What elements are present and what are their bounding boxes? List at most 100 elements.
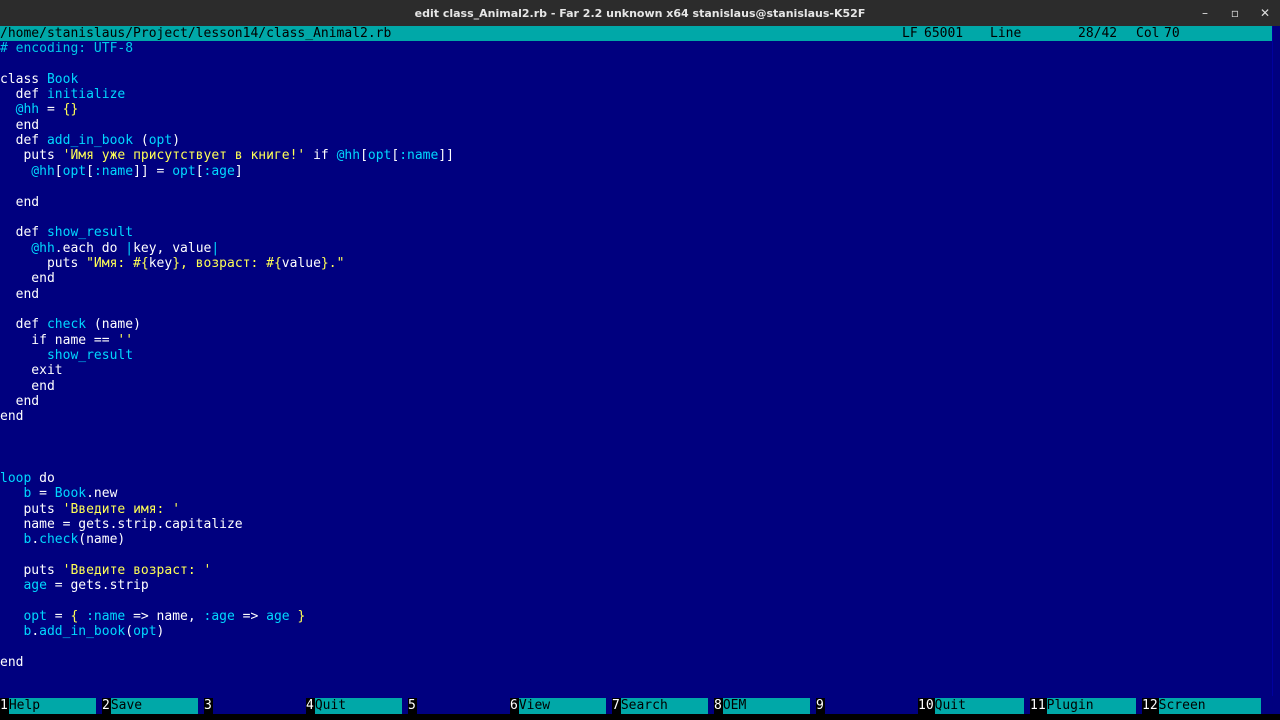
code-token: opt	[172, 163, 196, 179]
fkey-1[interactable]: 1Help	[0, 698, 96, 714]
fkey-5[interactable]: 5	[408, 698, 504, 714]
code-line[interactable]: def show_result	[0, 225, 133, 241]
code-token: :name	[78, 608, 126, 624]
code-token: Book	[54, 486, 87, 502]
code-line[interactable]: b = Book.new	[0, 486, 117, 502]
code-line[interactable]: end	[0, 195, 40, 211]
code-line[interactable]: if name == ''	[0, 333, 133, 349]
code-line[interactable]: # encoding: UTF-8	[0, 41, 133, 57]
code-line[interactable]: end	[0, 655, 23, 671]
fkey-label: Search	[620, 698, 708, 714]
code-token: 'Имя уже присутствует в книге!'	[62, 148, 306, 164]
fkey-label: Quit	[314, 698, 402, 714]
code-token: end	[0, 394, 40, 410]
code-token: puts	[0, 562, 63, 578]
code-line[interactable]: name = gets.strip.capitalize	[0, 516, 243, 533]
code-line[interactable]: end	[0, 117, 40, 134]
code-line[interactable]: age = gets.strip	[0, 578, 148, 594]
code-line[interactable]: @hh[opt[:name]] = opt[:age]	[0, 163, 242, 180]
code-token: "Имя: #{	[86, 255, 149, 271]
code-token: Book	[46, 71, 79, 87]
code-line[interactable]: def add_in_book (opt)	[0, 133, 180, 149]
code-token: [	[360, 148, 368, 164]
editor-status-bar: /home/stanislaus/Project/lesson14/class_…	[0, 26, 1272, 41]
fkey-4[interactable]: 4Quit	[306, 698, 402, 714]
editor-scrollbar[interactable]	[1272, 26, 1280, 696]
file-path: /home/stanislaus/Project/lesson14/class_…	[0, 26, 392, 41]
code-token: check	[39, 532, 79, 548]
code-token: =	[39, 102, 63, 118]
fkey-number: 11	[1030, 698, 1047, 714]
line-label: Line	[990, 26, 1022, 41]
code-line[interactable]: end	[0, 287, 40, 303]
code-line[interactable]: puts "Имя: #{key}, возраст: #{value}."	[0, 256, 344, 272]
code-token: name = gets.strip.capitalize	[0, 516, 243, 532]
code-token: b	[0, 486, 32, 502]
code-token: puts	[0, 255, 87, 271]
fkey-2[interactable]: 2Save	[102, 698, 198, 714]
code-editor[interactable]: # encoding: UTF-8 class Book def initiali…	[0, 41, 1272, 696]
code-token: show_result	[0, 348, 134, 363]
code-token: age	[266, 608, 290, 624]
fkey-label: View	[518, 698, 606, 714]
code-line[interactable]: puts 'Введите имя: '	[0, 502, 180, 518]
codepage: 65001	[924, 26, 964, 41]
code-token: check	[46, 317, 87, 333]
code-token: end	[0, 409, 24, 425]
fkey-9[interactable]: 9	[816, 698, 912, 714]
code-token: end	[0, 117, 40, 133]
code-line[interactable]: end	[0, 394, 40, 410]
code-token: def	[0, 87, 47, 103]
code-line[interactable]: end	[0, 271, 55, 287]
code-line[interactable]: end	[0, 379, 55, 395]
fkey-label: Screen	[1158, 698, 1261, 714]
fkey-label: OEM	[722, 698, 810, 714]
code-token: do	[31, 470, 55, 486]
window-titlebar: edit class_Animal2.rb - Far 2.2 unknown …	[0, 0, 1280, 26]
code-token: .	[31, 532, 40, 548]
close-icon[interactable]: ✕	[1258, 6, 1272, 20]
code-line[interactable]: @hh.each do |key, value|	[0, 241, 219, 257]
code-token: (	[125, 624, 134, 640]
code-line[interactable]: show_result	[0, 348, 133, 364]
code-token: show_result	[46, 225, 134, 241]
code-token: :name	[93, 163, 134, 179]
code-token: loop	[0, 470, 32, 486]
code-token: if	[305, 148, 337, 164]
fkey-8[interactable]: 8OEM	[714, 698, 810, 714]
code-line[interactable]: exit	[0, 363, 62, 379]
code-token: if name ==	[0, 332, 118, 348]
code-token: :age	[203, 163, 235, 179]
code-token: key, value	[133, 240, 212, 256]
code-token: [	[86, 163, 94, 179]
code-line[interactable]: b.add_in_book(opt)	[0, 624, 164, 640]
code-token: [	[195, 163, 204, 179]
fkey-3[interactable]: 3	[204, 698, 300, 714]
code-token: initialize	[46, 87, 126, 103]
code-line[interactable]: puts 'Введите возраст: '	[0, 563, 211, 579]
code-line[interactable]: class Book	[0, 72, 78, 88]
code-line[interactable]: opt = { :name => name, :age => age }	[0, 609, 305, 625]
code-line[interactable]: def initialize	[0, 87, 126, 103]
code-token: opt	[62, 163, 87, 179]
code-line[interactable]: puts 'Имя уже присутствует в книге!' if …	[0, 148, 454, 164]
minimize-icon[interactable]: –	[1198, 6, 1212, 20]
fkey-7[interactable]: 7Search	[612, 698, 708, 714]
fkey-12[interactable]: 12Screen	[1142, 698, 1261, 714]
fkey-number: 9	[816, 698, 825, 714]
code-line[interactable]: end	[0, 409, 23, 425]
fkey-6[interactable]: 6View	[510, 698, 606, 714]
fkey-label: Plugin	[1046, 698, 1136, 714]
code-line[interactable]: @hh = {}	[0, 102, 79, 118]
code-token: .new	[86, 486, 118, 502]
code-token: @hh	[0, 163, 55, 179]
code-line[interactable]: b.check(name)	[0, 532, 125, 548]
fkey-number: 4	[306, 698, 315, 714]
code-line[interactable]: def check (name)	[0, 317, 141, 333]
fkey-10[interactable]: 10Quit	[918, 698, 1024, 714]
code-line[interactable]: loop do	[0, 471, 55, 487]
maximize-icon[interactable]: ▫	[1228, 6, 1242, 20]
code-token: add_in_book	[39, 624, 126, 640]
fkey-11[interactable]: 11Plugin	[1030, 698, 1136, 714]
code-token: )	[172, 133, 181, 149]
